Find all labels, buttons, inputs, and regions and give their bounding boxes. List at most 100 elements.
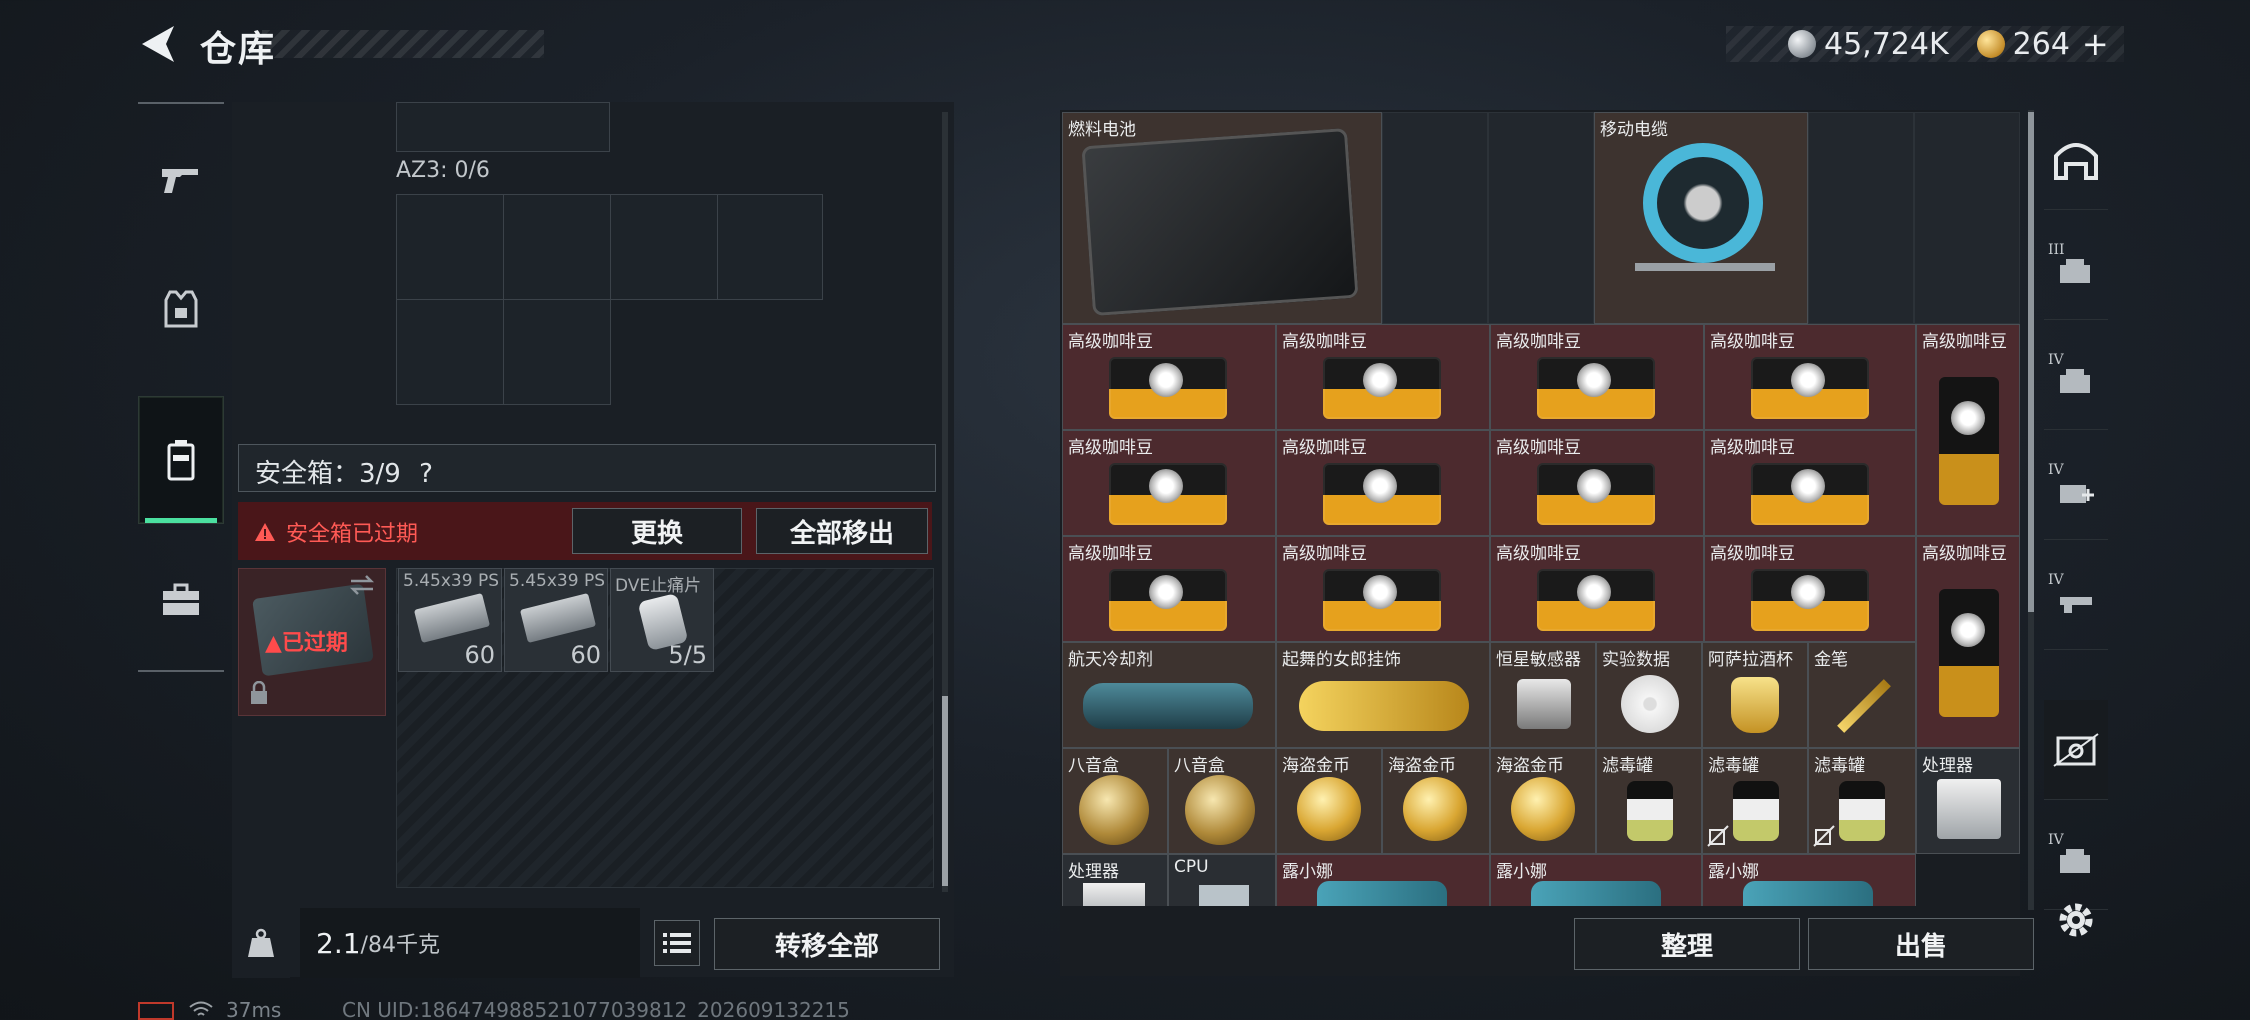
- left-scrollbar[interactable]: [942, 696, 948, 886]
- inventory-item[interactable]: 阿萨拉酒杯: [1702, 642, 1808, 748]
- inventory-item[interactable]: 高级咖啡豆: [1490, 430, 1704, 536]
- item-name: 滤毒罐: [1708, 756, 1759, 776]
- processor-image: [1083, 883, 1145, 906]
- inventory-item[interactable]: 露小娜: [1490, 854, 1702, 906]
- item-name: 移动电缆: [1600, 120, 1668, 140]
- empty-cell[interactable]: [1808, 112, 1914, 324]
- nav-toolbox[interactable]: [138, 536, 224, 664]
- inventory-item[interactable]: 航天冷却剂: [1062, 642, 1276, 748]
- coolant-image: [1083, 683, 1253, 729]
- item-name: DVE止痛片: [615, 576, 702, 596]
- inventory-item[interactable]: 海盗金币: [1490, 748, 1596, 854]
- status-bar: 37ms: [138, 998, 281, 1020]
- tab-storage-3[interactable]: III: [2044, 220, 2108, 320]
- tab-storage-4a[interactable]: IV: [2044, 330, 2108, 430]
- move-all-out-button[interactable]: 全部移出: [756, 508, 928, 554]
- back-button[interactable]: [136, 22, 180, 66]
- settings-button[interactable]: [2054, 898, 2098, 942]
- help-icon[interactable]: ?: [419, 459, 433, 489]
- nav-equipment[interactable]: [138, 244, 224, 372]
- item-name: 露小娜: [1708, 862, 1759, 882]
- inventory-item[interactable]: 滤毒罐: [1702, 748, 1808, 854]
- item-name: 八音盒: [1174, 756, 1225, 776]
- inventory-item[interactable]: 移动电缆: [1594, 112, 1808, 324]
- tab-storage-special[interactable]: [2044, 700, 2108, 800]
- empty-cell[interactable]: [1488, 112, 1594, 324]
- inventory-item[interactable]: 金笔: [1808, 642, 1916, 748]
- empty-cell[interactable]: [1914, 112, 2020, 324]
- inventory-item[interactable]: 高级咖啡豆: [1916, 324, 2020, 536]
- inventory-item[interactable]: 高级咖啡豆: [1704, 324, 1916, 430]
- swap-icon[interactable]: [349, 575, 375, 599]
- inventory-item[interactable]: 海盗金币: [1276, 748, 1382, 854]
- list-view-button[interactable]: [654, 920, 700, 966]
- empty-cell[interactable]: [1382, 112, 1488, 324]
- inventory-item[interactable]: 高级咖啡豆: [1704, 430, 1916, 536]
- inventory-item[interactable]: 高级咖啡豆: [1062, 430, 1276, 536]
- grid-slot[interactable]: [503, 194, 611, 300]
- inventory-item[interactable]: 燃料电池: [1062, 112, 1382, 324]
- sell-button[interactable]: 出售: [1808, 918, 2034, 970]
- tab-main-storage[interactable]: [2044, 110, 2108, 210]
- secure-box-slot[interactable]: ▲已过期: [238, 568, 386, 716]
- inventory-item[interactable]: 八音盒: [1062, 748, 1168, 854]
- replace-button[interactable]: 更换: [572, 508, 742, 554]
- tab-storage-4c[interactable]: IV: [2044, 550, 2108, 650]
- item-name: 高级咖啡豆: [1068, 438, 1153, 458]
- item-name: 起舞的女郎挂饰: [1282, 650, 1401, 670]
- transfer-all-button[interactable]: 转移全部: [714, 918, 940, 970]
- grid-slot[interactable]: [717, 194, 823, 300]
- left-category-nav: [138, 102, 224, 672]
- inventory-item[interactable]: 露小娜: [1276, 854, 1490, 906]
- ammo-item[interactable]: 5.45x39 PS 60: [504, 568, 608, 672]
- inventory-item[interactable]: 高级咖啡豆: [1276, 324, 1490, 430]
- tab-storage-4d[interactable]: IV: [2044, 810, 2108, 910]
- inventory-item[interactable]: 海盗金币: [1382, 748, 1490, 854]
- inventory-item[interactable]: CPU: [1168, 854, 1276, 906]
- add-currency-button[interactable]: +: [2082, 25, 2109, 63]
- medicine-item[interactable]: DVE止痛片 5/5: [610, 568, 714, 672]
- inventory-item[interactable]: 起舞的女郎挂饰: [1276, 642, 1490, 748]
- ammo-item[interactable]: 5.45x39 PS 60: [398, 568, 502, 672]
- grid-slot[interactable]: [396, 194, 504, 300]
- inventory-item[interactable]: 高级咖啡豆: [1062, 536, 1276, 642]
- inventory-item[interactable]: 八音盒: [1168, 748, 1276, 854]
- grid-slot[interactable]: [396, 299, 504, 405]
- coffee-bean-image: [1751, 357, 1869, 419]
- inventory-item[interactable]: 高级咖啡豆: [1490, 536, 1704, 642]
- inventory-scrollbar[interactable]: [2028, 112, 2034, 612]
- gold-pen-image: [1837, 679, 1891, 733]
- currency-bar: 45,724K 264 +: [1726, 25, 2124, 63]
- grid-slot[interactable]: [396, 102, 610, 152]
- inventory-item[interactable]: 实验数据: [1596, 642, 1702, 748]
- cpu-image: [1199, 885, 1249, 906]
- fuel-cell-image: [1081, 127, 1359, 317]
- reel-stand-image: [1635, 263, 1775, 271]
- coffee-bean-image: [1323, 357, 1441, 419]
- inventory-grid[interactable]: 燃料电池 移动电缆 高级咖啡豆 高级咖啡豆 高级咖啡豆 高级咖啡豆 高级咖啡豆 …: [1062, 112, 2020, 906]
- coffee-bean-image: [1939, 589, 1999, 717]
- inventory-item[interactable]: 高级咖啡豆: [1276, 430, 1490, 536]
- inventory-item[interactable]: 高级咖啡豆: [1704, 536, 1916, 642]
- nav-weapons[interactable]: [138, 116, 224, 244]
- coffee-bean-image: [1109, 569, 1227, 631]
- inventory-item[interactable]: 处理器: [1916, 748, 2020, 854]
- inventory-item[interactable]: 滤毒罐: [1808, 748, 1916, 854]
- inventory-item[interactable]: 高级咖啡豆: [1490, 324, 1704, 430]
- inventory-item[interactable]: 恒星敏感器: [1490, 642, 1596, 748]
- inventory-item[interactable]: 滤毒罐: [1596, 748, 1702, 854]
- inventory-item[interactable]: 处理器: [1062, 854, 1168, 906]
- safe-storage-icon: [2053, 732, 2099, 767]
- grid-slot[interactable]: [610, 194, 718, 300]
- inventory-item[interactable]: 高级咖啡豆: [1916, 536, 2020, 748]
- storage-icon: [2060, 368, 2090, 393]
- tab-storage-4b[interactable]: IV: [2044, 440, 2108, 540]
- inventory-item[interactable]: 露小娜: [1702, 854, 1916, 906]
- sort-button[interactable]: 整理: [1574, 918, 1800, 970]
- nav-containers[interactable]: [138, 396, 224, 524]
- inventory-item[interactable]: 高级咖啡豆: [1062, 324, 1276, 430]
- grid-slot[interactable]: [503, 299, 611, 405]
- gold-currency[interactable]: 264 +: [1976, 25, 2109, 63]
- coffee-bean-image: [1323, 463, 1441, 525]
- inventory-item[interactable]: 高级咖啡豆: [1276, 536, 1490, 642]
